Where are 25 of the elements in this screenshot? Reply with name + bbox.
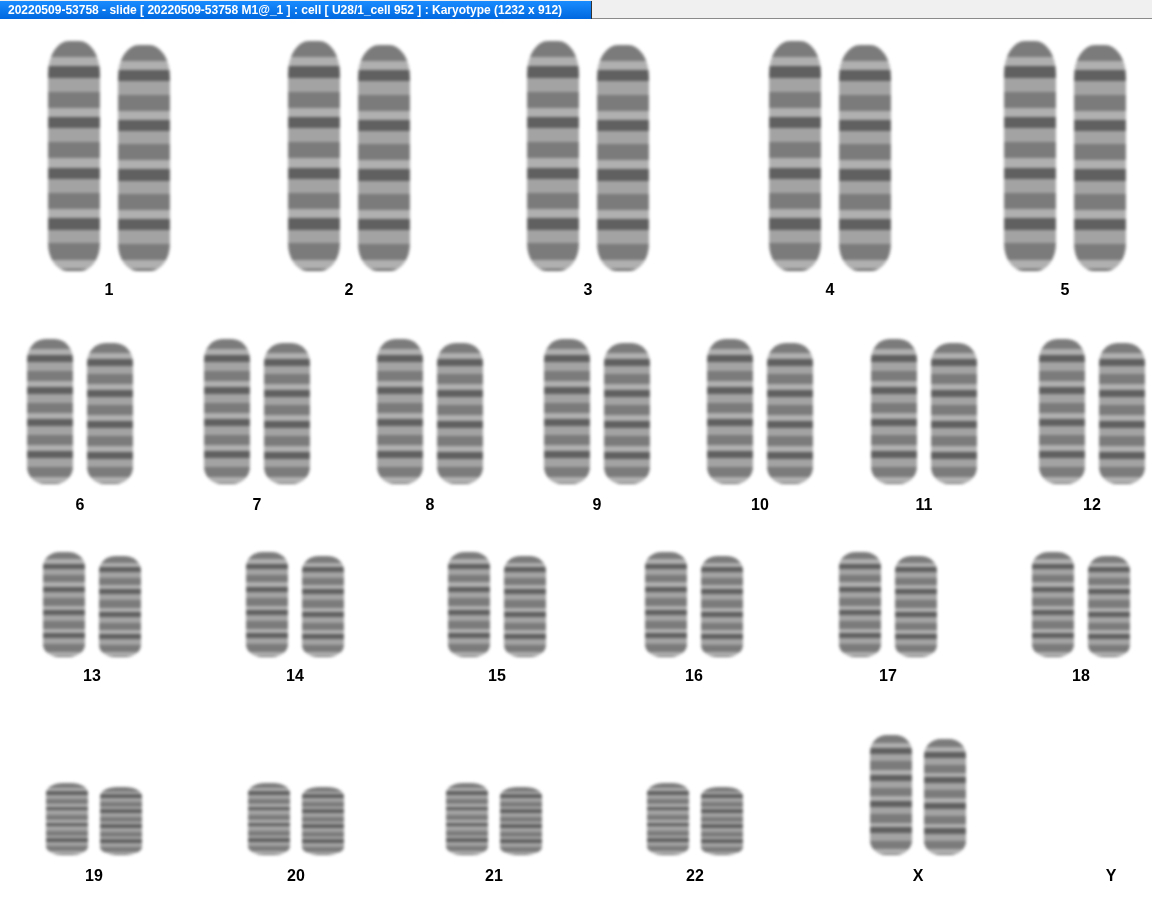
chromosome-label: 5 — [1060, 281, 1070, 299]
chromosome-label: 3 — [583, 281, 593, 299]
chromosome-label: 15 — [488, 667, 506, 685]
chromosome-label: 6 — [75, 496, 85, 514]
chromosome-label: 8 — [425, 496, 435, 514]
chromosome-label: 10 — [751, 496, 769, 514]
chromosome-label: 20 — [287, 867, 305, 885]
chromosome-label: 12 — [1083, 496, 1101, 514]
chromosome-label: X — [912, 867, 924, 885]
chromosome-label: 11 — [915, 496, 933, 514]
chromosome-label: 22 — [686, 867, 704, 885]
chromosome-label: 7 — [252, 496, 262, 514]
chromosome-label: 16 — [685, 667, 703, 685]
chromosome-label: 4 — [825, 281, 835, 299]
chromosome-label: 14 — [286, 667, 304, 685]
chromosome-label: 21 — [485, 867, 503, 885]
window-title: 20220509-53758 - slide [ 20220509-53758 M1@_1 ] : cell [ U28/1_cell 952 ] : Karyotype (1232 x 912) — [0, 1, 592, 19]
chromosome-label: 13 — [83, 667, 101, 685]
chromosome-label: 1 — [104, 281, 114, 299]
chromosome-label: 2 — [344, 281, 354, 299]
chromosome-label: 19 — [85, 867, 103, 885]
chromosome-label: 9 — [592, 496, 602, 514]
chromosome-label: 17 — [879, 667, 897, 685]
chromosome-label: Y — [1105, 867, 1117, 885]
chromosome-label: 18 — [1072, 667, 1090, 685]
